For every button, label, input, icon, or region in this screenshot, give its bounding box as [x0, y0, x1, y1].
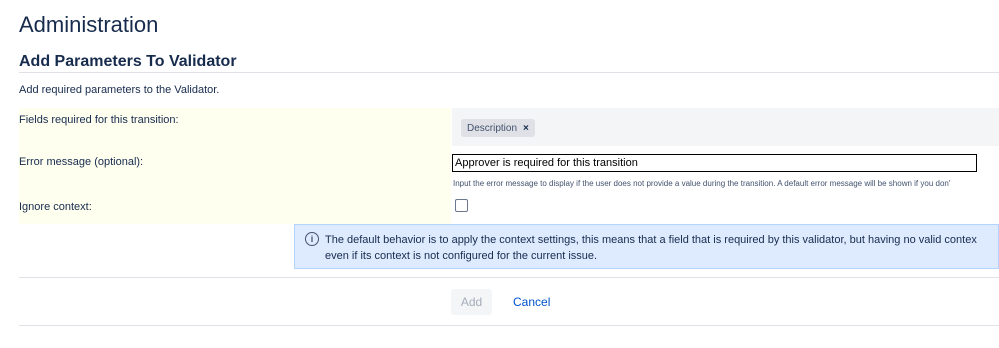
- info-icon: i: [305, 232, 319, 246]
- field-chip-label: Description: [467, 122, 518, 134]
- fields-required-label: Fields required for this transition:: [19, 114, 179, 126]
- error-message-input[interactable]: [452, 154, 977, 172]
- section-title: Add Parameters To Validator: [19, 53, 237, 70]
- info-message: i The default behavior is to apply the c…: [294, 224, 999, 269]
- actions-divider-bottom: [19, 325, 999, 326]
- page-title: Administration: [19, 12, 159, 37]
- add-button[interactable]: Add: [451, 289, 492, 315]
- error-message-help: Input the error message to display if th…: [453, 179, 951, 188]
- error-message-label: Error message (optional):: [19, 156, 144, 168]
- cancel-link[interactable]: Cancel: [513, 295, 550, 309]
- info-text: The default behavior is to apply the con…: [325, 232, 977, 264]
- ignore-context-checkbox[interactable]: [455, 199, 468, 212]
- actions-divider-top: [19, 277, 999, 278]
- info-text-line1: The default behavior is to apply the con…: [325, 234, 977, 246]
- info-text-line2: even if its context is not configured fo…: [325, 250, 598, 262]
- header-divider: [19, 72, 999, 73]
- remove-chip-icon[interactable]: ×: [523, 123, 529, 134]
- field-chip-description: Description ×: [461, 119, 535, 137]
- ignore-context-label: Ignore context:: [19, 201, 92, 213]
- section-description: Add required parameters to the Validator…: [19, 84, 220, 96]
